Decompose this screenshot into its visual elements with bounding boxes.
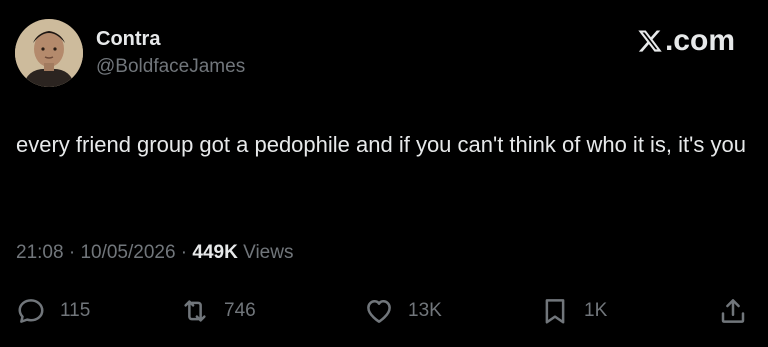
repost-count: 746 xyxy=(224,300,256,321)
reply-icon xyxy=(18,299,44,323)
tweet-text: every friend group got a pedophile and i… xyxy=(16,132,746,157)
reply-count: 115 xyxy=(60,300,91,321)
heart-icon xyxy=(367,300,391,323)
x-logo-icon xyxy=(638,30,662,52)
like-count: 13K xyxy=(408,300,442,321)
tweet-meta: 21:08 · 10/05/2026 · 449K Views xyxy=(16,242,293,264)
repost-button[interactable]: 746 xyxy=(180,293,256,329)
x-brand-logo: .com xyxy=(637,24,735,58)
like-button[interactable]: 13K xyxy=(364,293,442,329)
meta-separator: · xyxy=(175,242,193,263)
meta-separator: · xyxy=(63,242,81,263)
x-logo-text: .com xyxy=(664,24,735,57)
views-label: Views xyxy=(237,242,294,263)
avatar-image xyxy=(15,19,83,87)
bookmark-count: 1K xyxy=(584,300,608,321)
views-count: 449K xyxy=(192,242,238,263)
tweet-date[interactable]: 10/05/2026 xyxy=(80,242,175,263)
bookmark-icon xyxy=(545,299,565,324)
author-handle[interactable]: @BoldfaceJames xyxy=(96,56,245,78)
tweet-actions: 115 746 13K 1K xyxy=(16,293,752,329)
reply-button[interactable]: 115 xyxy=(16,293,90,329)
bookmark-button[interactable]: 1K xyxy=(540,293,607,329)
repost-icon xyxy=(184,300,206,322)
share-icon xyxy=(721,299,745,323)
author-display-name[interactable]: Contra xyxy=(96,28,160,51)
tweet-time[interactable]: 21:08 xyxy=(16,242,64,263)
avatar[interactable] xyxy=(15,19,83,87)
share-button[interactable] xyxy=(718,293,748,329)
